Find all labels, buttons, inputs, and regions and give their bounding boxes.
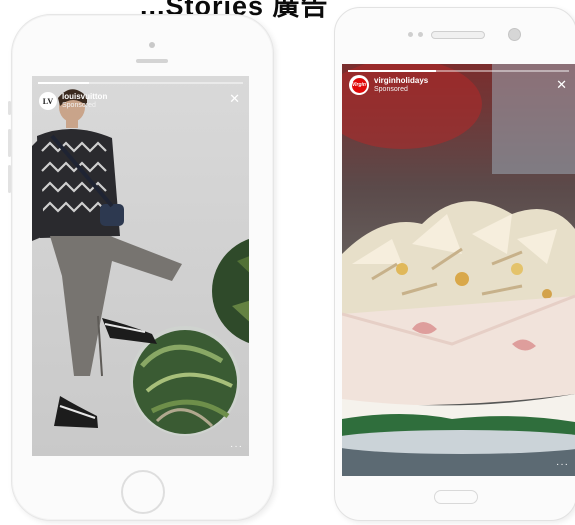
volume-up-button (8, 129, 11, 157)
story-progress-fill (38, 82, 90, 84)
account-header[interactable]: Virgin virginholidays Sponsored (349, 75, 428, 95)
home-button[interactable] (434, 490, 478, 504)
account-name[interactable]: louisvuitton (62, 92, 107, 101)
account-avatar[interactable]: Virgin (349, 75, 369, 95)
lv-logo: LV (42, 96, 54, 106)
story-image-fashion (32, 89, 249, 436)
story-image-food (342, 64, 575, 476)
story-ad-louisvuitton[interactable]: LV louisvuitton Sponsored ✕ ··· (32, 76, 249, 456)
mute-switch (8, 101, 11, 115)
sensor (408, 32, 413, 37)
front-camera (508, 28, 521, 41)
more-icon[interactable]: ··· (230, 442, 243, 452)
story-progress-fill (348, 70, 437, 72)
front-camera (149, 42, 155, 48)
sponsored-label: Sponsored (62, 102, 96, 109)
more-icon[interactable]: ··· (556, 460, 569, 470)
account-avatar[interactable]: LV (39, 92, 57, 110)
account-header[interactable]: LV louisvuitton Sponsored (39, 92, 107, 110)
earpiece-speaker (136, 59, 168, 63)
home-button[interactable] (121, 470, 165, 514)
account-name[interactable]: virginholidays (374, 76, 428, 85)
close-icon[interactable]: ✕ (556, 78, 567, 91)
story-progress-bar (348, 70, 569, 72)
story-ad-virginholidays[interactable]: Virgin virginholidays Sponsored ✕ ··· (342, 64, 575, 476)
virgin-logo: Virgin (351, 77, 367, 93)
close-icon[interactable]: ✕ (229, 92, 240, 105)
sensor (418, 32, 423, 37)
volume-down-button (8, 165, 11, 193)
sponsored-label: Sponsored (374, 86, 408, 93)
story-progress-bar (38, 82, 243, 84)
earpiece-speaker (431, 31, 485, 39)
